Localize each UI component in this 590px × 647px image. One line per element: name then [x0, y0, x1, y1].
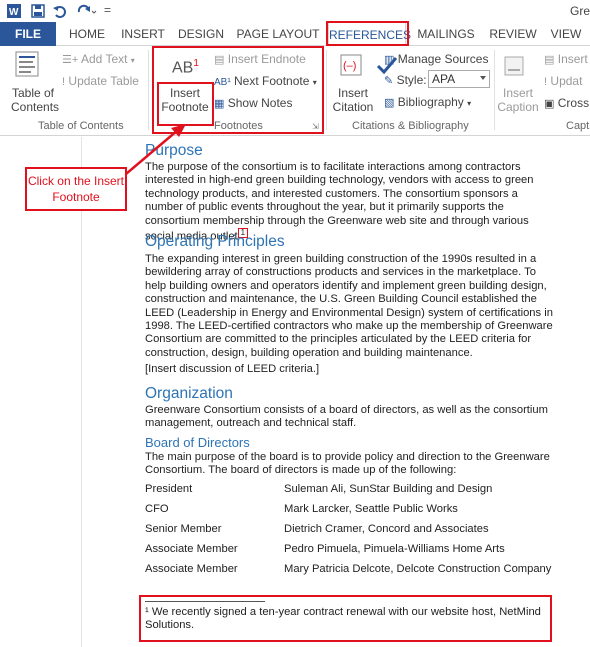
callout-arrow — [125, 124, 186, 175]
